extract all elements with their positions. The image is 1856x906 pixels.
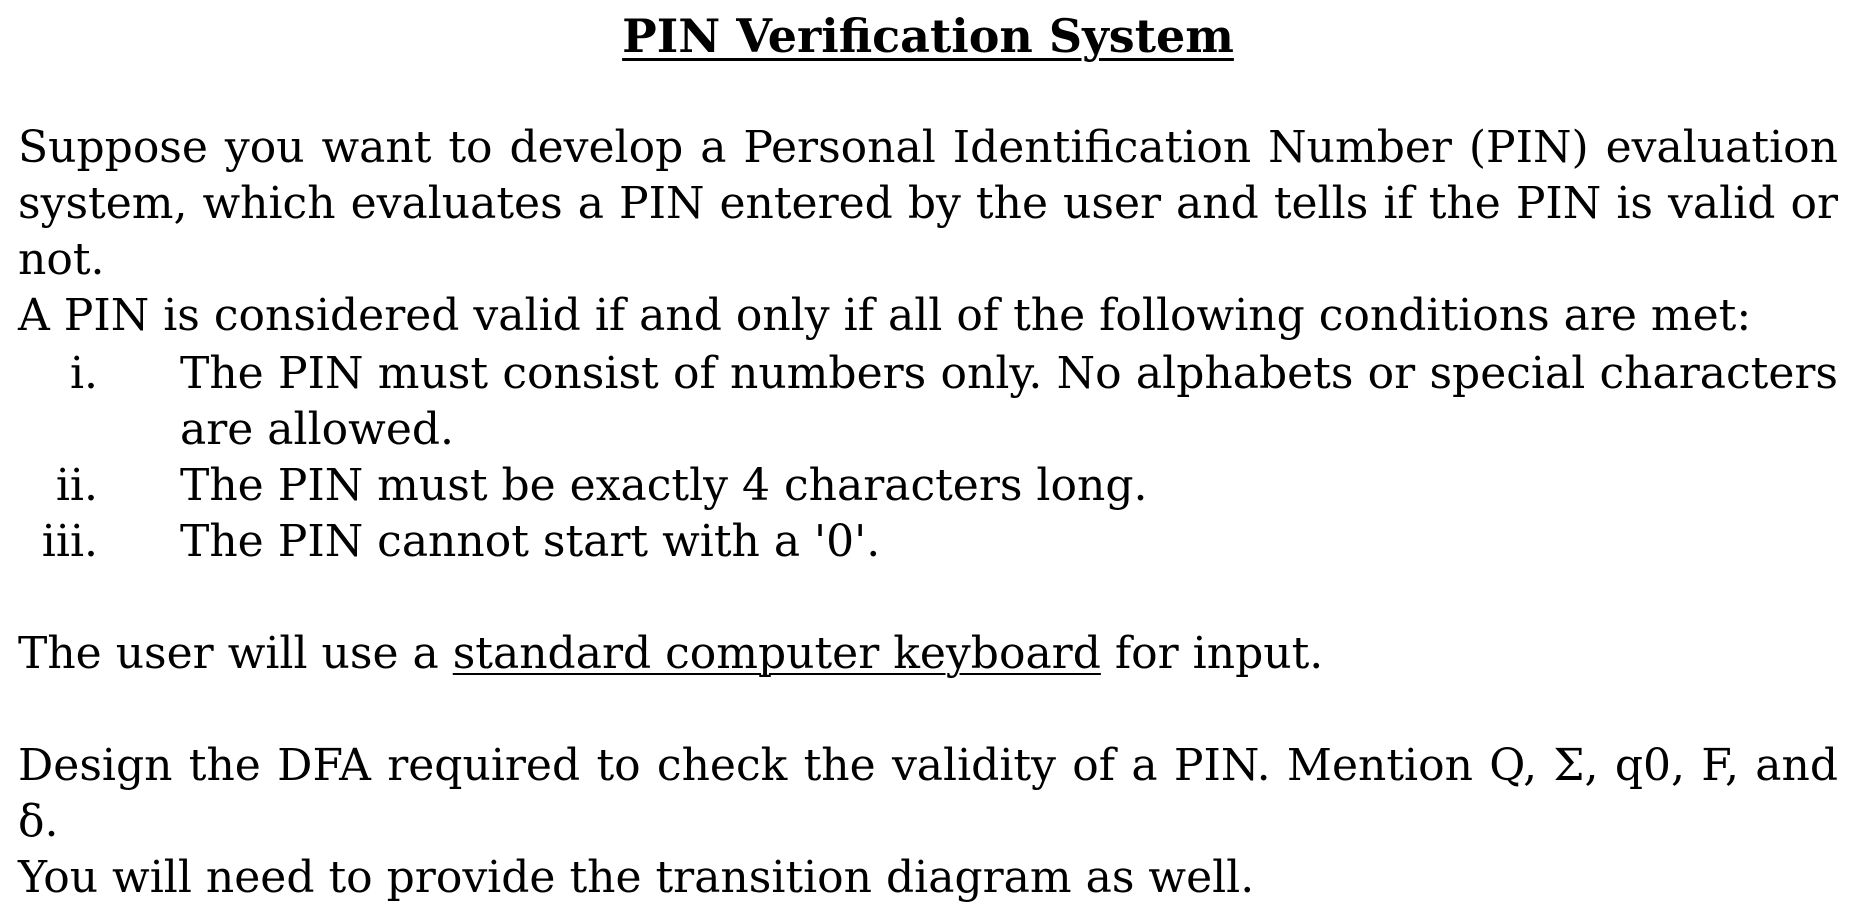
keyboard-term: standard computer keyboard: [452, 628, 1101, 679]
intro-paragraph: Suppose you want to develop a Personal I…: [18, 120, 1838, 344]
condition-text: The PIN cannot start with a '0'.: [180, 516, 881, 567]
condition-text: The PIN must be exactly 4 characters lon…: [180, 460, 1148, 511]
condition-number: iii.: [41, 516, 98, 567]
condition-item: i. The PIN must consist of numbers only.…: [18, 346, 1838, 458]
intro-condition-lead: A PIN is considered valid if and only if…: [18, 290, 1752, 341]
condition-text: The PIN must consist of numbers only. No…: [180, 348, 1838, 455]
condition-item: ii. The PIN must be exactly 4 characters…: [18, 458, 1838, 514]
document-page: PIN Verification System Suppose you want…: [0, 0, 1856, 903]
keyboard-text-before: The user will use a: [18, 628, 453, 679]
keyboard-paragraph: The user will use a standard computer ke…: [18, 626, 1838, 682]
condition-number: ii.: [55, 460, 98, 511]
intro-sentence: Suppose you want to develop a Personal I…: [18, 122, 1838, 285]
conditions-list: i. The PIN must consist of numbers only.…: [18, 346, 1838, 570]
condition-item: iii. The PIN cannot start with a '0'.: [18, 514, 1838, 570]
page-title: PIN Verification System: [622, 9, 1234, 63]
task-instruction: Design the DFA required to check the val…: [18, 740, 1838, 847]
task-paragraph: Design the DFA required to check the val…: [18, 738, 1838, 906]
condition-number: i.: [69, 348, 98, 399]
keyboard-text-after: for input.: [1100, 628, 1324, 679]
task-diagram-note: You will need to provide the transition …: [18, 852, 1255, 903]
